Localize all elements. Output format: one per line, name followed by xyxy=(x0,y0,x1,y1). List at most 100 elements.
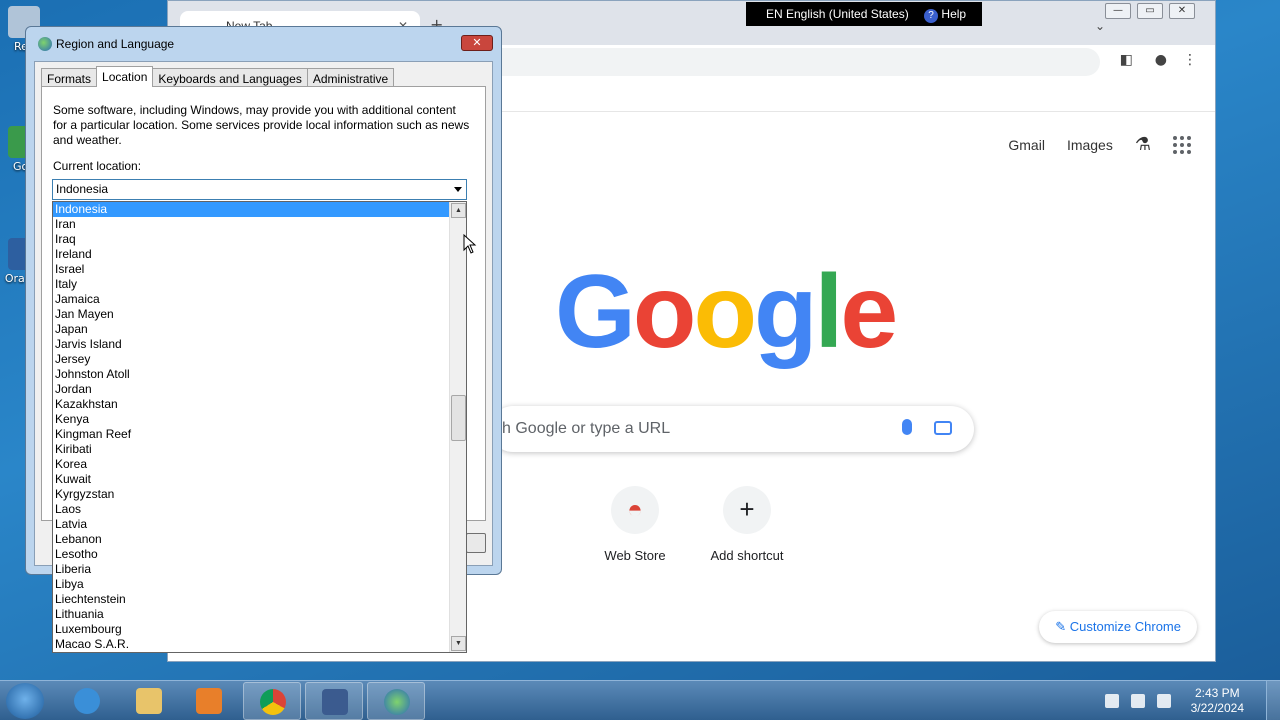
google-logo: Google xyxy=(555,260,898,364)
globe-icon xyxy=(38,37,52,51)
dropdown-item[interactable]: Kenya xyxy=(53,412,450,427)
shortcut-label: Web Store xyxy=(604,548,666,563)
dropdown-item[interactable]: Iran xyxy=(53,217,450,232)
dropdown-item[interactable]: Italy xyxy=(53,277,450,292)
dropdown-item[interactable]: Latvia xyxy=(53,517,450,532)
network-icon[interactable] xyxy=(1130,694,1145,708)
globe-icon xyxy=(384,689,410,715)
clock-date: 3/22/2024 xyxy=(1190,701,1244,715)
logo-letter: o xyxy=(693,254,757,370)
taskbar-ie[interactable] xyxy=(58,682,116,720)
start-button[interactable] xyxy=(6,683,44,719)
system-tray: 2:43 PM 3/22/2024 xyxy=(1104,681,1244,720)
dropdown-item[interactable]: Jamaica xyxy=(53,292,450,307)
dropdown-item[interactable]: Laos xyxy=(53,502,450,517)
taskbar-explorer[interactable] xyxy=(120,682,178,720)
language-bar: EN English (United States) ? Help xyxy=(746,2,982,26)
profile-avatar-icon[interactable]: ● xyxy=(1155,52,1167,68)
dropdown-item[interactable]: Johnston Atoll xyxy=(53,367,450,382)
dropdown-item[interactable]: Libya xyxy=(53,577,450,592)
minimize-button[interactable]: — xyxy=(1105,3,1131,19)
action-center-flag-icon[interactable] xyxy=(1104,694,1119,708)
clock[interactable]: 2:43 PM 3/22/2024 xyxy=(1191,686,1244,716)
volume-muted-icon[interactable] xyxy=(1156,694,1171,708)
tab-formats[interactable]: Formats xyxy=(41,68,98,87)
dropdown-item[interactable]: Japan xyxy=(53,322,450,337)
taskbar: 2:43 PM 3/22/2024 xyxy=(0,680,1280,720)
internet-explorer-icon xyxy=(74,688,100,714)
chrome-icon xyxy=(260,689,286,715)
dropdown-item[interactable]: Korea xyxy=(53,457,450,472)
taskbar-media-player[interactable] xyxy=(180,682,238,720)
dropdown-item[interactable]: Lesotho xyxy=(53,547,450,562)
labs-flask-icon[interactable]: ⚗ xyxy=(1135,134,1151,155)
dropdown-item[interactable]: Kyrgyzstan xyxy=(53,487,450,502)
google-apps-icon[interactable] xyxy=(1173,135,1191,154)
show-desktop-button[interactable] xyxy=(1266,681,1280,720)
dropdown-item[interactable]: Kuwait xyxy=(53,472,450,487)
dialog-button[interactable] xyxy=(466,533,486,553)
taskbar-virtualbox[interactable] xyxy=(305,682,363,720)
tab-location[interactable]: Location xyxy=(96,66,154,87)
scroll-up-icon[interactable]: ▲ xyxy=(451,203,466,218)
dialog-close-button[interactable]: ✕ xyxy=(461,35,493,51)
ntp-search-box[interactable]: h Google or type a URL xyxy=(490,406,974,452)
gmail-link[interactable]: Gmail xyxy=(1008,137,1045,153)
window-controls: — ▭ ✕ xyxy=(1105,3,1195,19)
dropdown-item[interactable]: Luxembourg xyxy=(53,622,450,637)
dropdown-item[interactable]: Liechtenstein xyxy=(53,592,450,607)
shortcut-web-store[interactable]: ◓ Web Store xyxy=(580,486,690,563)
dropdown-item[interactable]: Jordan xyxy=(53,382,450,397)
dropdown-arrow-icon[interactable] xyxy=(454,187,462,192)
dropdown-item[interactable]: Kiribati xyxy=(53,442,450,457)
add-icon: + xyxy=(723,486,771,534)
location-dropdown-list[interactable]: Indonesia Iran Iraq Ireland Israel Italy Jamai… xyxy=(52,201,467,653)
scroll-down-icon[interactable]: ▼ xyxy=(451,636,466,651)
shortcut-label: Add shortcut xyxy=(710,548,784,563)
images-link[interactable]: Images xyxy=(1067,137,1113,153)
taskbar-chrome[interactable] xyxy=(243,682,301,720)
logo-letter: G xyxy=(555,254,636,370)
address-bar[interactable] xyxy=(488,48,1100,76)
chrome-menu-icon[interactable]: ⋮ xyxy=(1183,52,1197,68)
input-language[interactable]: EN English (United States) xyxy=(766,7,909,21)
help-link[interactable]: Help xyxy=(941,7,966,21)
logo-letter: g xyxy=(753,254,818,370)
scrollbar-thumb[interactable] xyxy=(451,395,466,441)
voice-search-icon[interactable] xyxy=(902,419,912,435)
close-window-button[interactable]: ✕ xyxy=(1169,3,1195,19)
dropdown-item[interactable]: Kingman Reef xyxy=(53,427,450,442)
dropdown-item[interactable]: Ireland xyxy=(53,247,450,262)
tab-search-chevron-icon[interactable]: ⌄ xyxy=(1095,19,1105,33)
side-panel-icon[interactable]: ◧ xyxy=(1120,52,1133,68)
image-search-icon[interactable] xyxy=(934,421,952,435)
current-location-label: Current location: xyxy=(53,159,142,173)
tab-keyboards-languages[interactable]: Keyboards and Languages xyxy=(152,68,308,87)
dropdown-item[interactable]: Iraq xyxy=(53,232,450,247)
current-location-select[interactable]: Indonesia xyxy=(52,179,467,200)
tab-administrative[interactable]: Administrative xyxy=(306,68,395,87)
taskbar-region-language[interactable] xyxy=(367,682,425,720)
dropdown-item[interactable]: Liberia xyxy=(53,562,450,577)
customize-chrome-button[interactable]: ✎ Customize Chrome xyxy=(1039,611,1197,643)
location-description: Some software, including Windows, may pr… xyxy=(53,103,470,147)
dropdown-item[interactable]: Indonesia xyxy=(53,202,450,217)
dropdown-scrollbar[interactable]: ▲ ▼ xyxy=(449,202,466,652)
virtualbox-icon xyxy=(322,689,348,715)
help-icon: ? xyxy=(924,9,939,23)
folder-icon xyxy=(136,688,162,714)
dropdown-item[interactable]: Lebanon xyxy=(53,532,450,547)
maximize-button[interactable]: ▭ xyxy=(1137,3,1163,19)
logo-letter: l xyxy=(814,254,844,370)
dropdown-item[interactable]: Jan Mayen xyxy=(53,307,450,322)
dropdown-item[interactable]: Macao S.A.R. xyxy=(53,637,450,652)
dropdown-item[interactable]: Jersey xyxy=(53,352,450,367)
clock-time: 2:43 PM xyxy=(1194,686,1240,700)
media-player-icon xyxy=(196,688,222,714)
dropdown-item[interactable]: Kazakhstan xyxy=(53,397,450,412)
select-value: Indonesia xyxy=(56,182,109,196)
dropdown-item[interactable]: Israel xyxy=(53,262,450,277)
shortcut-add[interactable]: + Add shortcut xyxy=(692,486,802,563)
dropdown-item[interactable]: Jarvis Island xyxy=(53,337,450,352)
dropdown-item[interactable]: Lithuania xyxy=(53,607,450,622)
